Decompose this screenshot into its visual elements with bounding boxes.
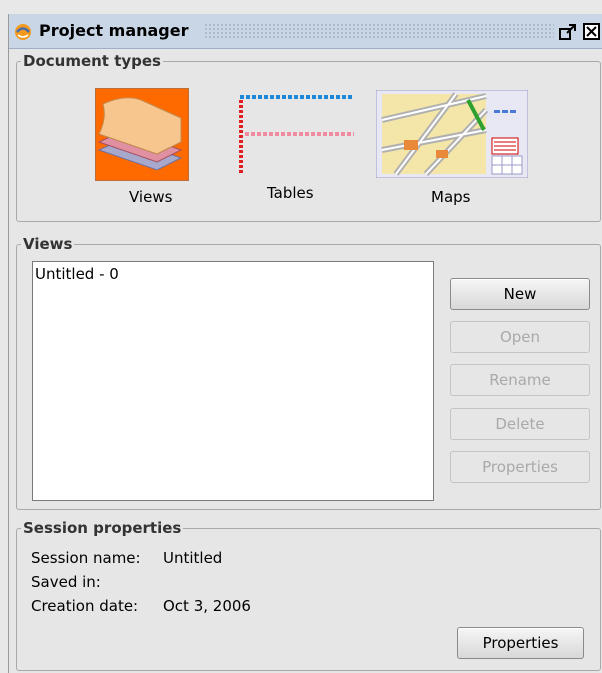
open-button[interactable]: Open xyxy=(450,321,590,353)
doc-type-maps[interactable] xyxy=(375,89,529,182)
session-properties-button[interactable]: Properties xyxy=(457,627,584,659)
session-properties-legend: Session properties xyxy=(23,519,182,537)
rename-button[interactable]: Rename xyxy=(450,364,590,396)
maximize-icon[interactable] xyxy=(559,23,577,41)
title-bar[interactable]: Project manager xyxy=(9,14,602,49)
doc-type-tables[interactable] xyxy=(236,92,356,178)
tables-icon xyxy=(239,95,354,174)
creation-date-value: Oct 3, 2006 xyxy=(163,597,251,615)
maps-icon xyxy=(375,89,529,179)
saved-in-label: Saved in: xyxy=(31,573,101,591)
doc-type-tables-label: Tables xyxy=(267,184,314,202)
views-list[interactable]: Untitled - 0 xyxy=(32,261,434,501)
doc-type-views-label: Views xyxy=(129,188,173,206)
document-types-legend: Document types xyxy=(23,52,161,70)
new-button[interactable]: New xyxy=(450,278,590,310)
creation-date-label: Creation date: xyxy=(31,597,139,615)
gvsig-app-icon xyxy=(15,24,31,40)
doc-type-maps-label: Maps xyxy=(431,188,471,206)
session-name-value: Untitled xyxy=(163,549,223,567)
project-manager-window: Project manager Document types Views Tab… xyxy=(8,14,602,673)
views-list-item[interactable]: Untitled - 0 xyxy=(35,265,119,283)
views-legend: Views xyxy=(23,235,73,253)
title-grip xyxy=(204,23,554,39)
close-icon[interactable] xyxy=(583,23,601,41)
delete-button[interactable]: Delete xyxy=(450,408,590,440)
doc-type-views[interactable] xyxy=(94,87,190,185)
views-icon xyxy=(94,87,190,182)
view-properties-button[interactable]: Properties xyxy=(450,451,590,483)
session-name-label: Session name: xyxy=(31,549,141,567)
window-title: Project manager xyxy=(39,21,189,40)
